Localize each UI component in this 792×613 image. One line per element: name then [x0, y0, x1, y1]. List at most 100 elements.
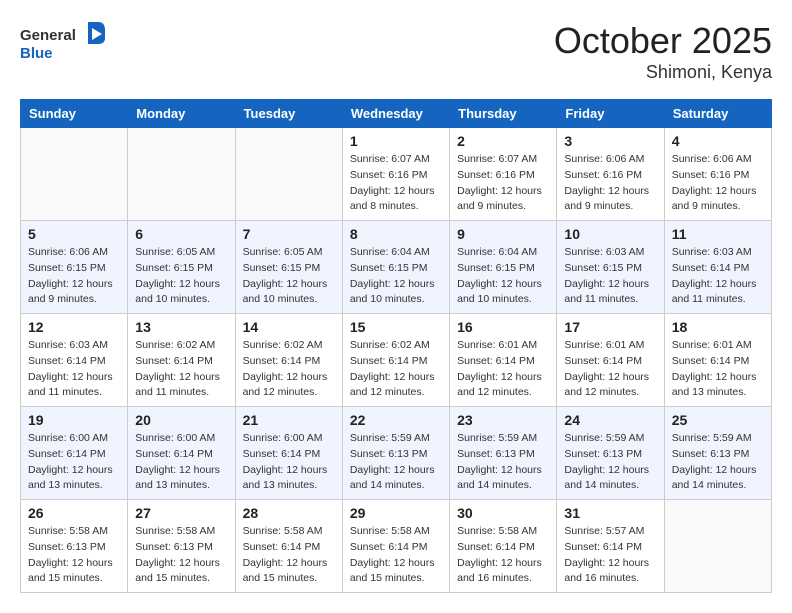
page-header: General Blue October 2025 Shimoni, Kenya: [20, 20, 772, 83]
day-info-13: Sunrise: 6:02 AM Sunset: 6:14 PM Dayligh…: [135, 338, 227, 401]
day-info-28: Sunrise: 5:58 AM Sunset: 6:14 PM Dayligh…: [243, 524, 335, 587]
day-info-29: Sunrise: 5:58 AM Sunset: 6:14 PM Dayligh…: [350, 524, 442, 587]
svg-text:Blue: Blue: [20, 45, 53, 62]
day-number-8: 8: [350, 226, 442, 242]
day-info-9: Sunrise: 6:04 AM Sunset: 6:15 PM Dayligh…: [457, 245, 549, 308]
week-row-3: 12 Sunrise: 6:03 AM Sunset: 6:14 PM Dayli…: [21, 314, 772, 407]
day-info-30: Sunrise: 5:58 AM Sunset: 6:14 PM Dayligh…: [457, 524, 549, 587]
day-cell-17: 17Sunrise: 6:01 AM Sunset: 6:14 PM Dayli…: [557, 314, 664, 407]
day-cell-4: 4Sunrise: 6:06 AM Sunset: 6:16 PM Daylig…: [664, 128, 771, 221]
day-number-16: 16: [457, 319, 549, 335]
day-number-27: 27: [135, 505, 227, 521]
day-info-15: Sunrise: 6:02 AM Sunset: 6:14 PM Dayligh…: [350, 338, 442, 401]
empty-cell: [21, 128, 128, 221]
day-cell-9: 9 Sunrise: 6:04 AM Sunset: 6:15 PM Daylig…: [450, 221, 557, 314]
day-info-6: Sunrise: 6:05 AM Sunset: 6:15 PM Dayligh…: [135, 245, 227, 308]
weekday-friday: Friday: [557, 100, 664, 128]
day-number-31: 31: [564, 505, 656, 521]
day-info-26: Sunrise: 5:58 AM Sunset: 6:13 PM Dayligh…: [28, 524, 120, 587]
empty-cell: [128, 128, 235, 221]
day-cell-14: 14Sunrise: 6:02 AM Sunset: 6:14 PM Dayli…: [235, 314, 342, 407]
day-number-29: 29: [350, 505, 442, 521]
svg-text:General: General: [20, 27, 76, 44]
day-number-7: 7: [243, 226, 335, 242]
day-cell-6: 6Sunrise: 6:05 AM Sunset: 6:15 PM Daylig…: [128, 221, 235, 314]
day-cell-25: 25 Sunrise: 5:59 AM Sunset: 6:13 PM Dayli…: [664, 407, 771, 500]
day-info-14: Sunrise: 6:02 AM Sunset: 6:14 PM Dayligh…: [243, 338, 335, 401]
day-number-26: 26: [28, 505, 120, 521]
calendar-table: SundayMondayTuesdayWednesdayThursdayFrid…: [20, 99, 772, 593]
day-number-5: 5: [28, 226, 120, 242]
day-cell-20: 20Sunrise: 6:00 AM Sunset: 6:14 PM Dayli…: [128, 407, 235, 500]
day-info-24: Sunrise: 5:59 AM Sunset: 6:13 PM Dayligh…: [564, 431, 656, 494]
day-info-21: Sunrise: 6:00 AM Sunset: 6:14 PM Dayligh…: [243, 431, 335, 494]
day-number-24: 24: [564, 412, 656, 428]
day-info-16: Sunrise: 6:01 AM Sunset: 6:14 PM Dayligh…: [457, 338, 549, 401]
day-number-23: 23: [457, 412, 549, 428]
day-number-25: 25: [672, 412, 764, 428]
empty-cell: [664, 500, 771, 593]
day-cell-7: 7 Sunrise: 6:05 AM Sunset: 6:15 PM Daylig…: [235, 221, 342, 314]
day-number-28: 28: [243, 505, 335, 521]
day-info-8: Sunrise: 6:04 AM Sunset: 6:15 PM Dayligh…: [350, 245, 442, 308]
day-number-22: 22: [350, 412, 442, 428]
day-cell-27: 27Sunrise: 5:58 AM Sunset: 6:13 PM Dayli…: [128, 500, 235, 593]
day-info-25: Sunrise: 5:59 AM Sunset: 6:13 PM Dayligh…: [672, 431, 764, 494]
day-number-20: 20: [135, 412, 227, 428]
day-number-17: 17: [564, 319, 656, 335]
weekday-thursday: Thursday: [450, 100, 557, 128]
day-info-12: Sunrise: 6:03 AM Sunset: 6:14 PM Dayligh…: [28, 338, 120, 401]
weekday-saturday: Saturday: [664, 100, 771, 128]
day-cell-21: 21 Sunrise: 6:00 AM Sunset: 6:14 PM Dayli…: [235, 407, 342, 500]
day-cell-2: 2Sunrise: 6:07 AM Sunset: 6:16 PM Daylig…: [450, 128, 557, 221]
day-cell-5: 5 Sunrise: 6:06 AM Sunset: 6:15 PM Daylig…: [21, 221, 128, 314]
day-cell-13: 13 Sunrise: 6:02 AM Sunset: 6:14 PM Dayli…: [128, 314, 235, 407]
day-info-7: Sunrise: 6:05 AM Sunset: 6:15 PM Dayligh…: [243, 245, 335, 308]
day-cell-28: 28 Sunrise: 5:58 AM Sunset: 6:14 PM Dayli…: [235, 500, 342, 593]
day-info-2: Sunrise: 6:07 AM Sunset: 6:16 PM Dayligh…: [457, 152, 549, 215]
day-cell-15: 15 Sunrise: 6:02 AM Sunset: 6:14 PM Dayli…: [342, 314, 449, 407]
month-title: October 2025: [554, 20, 772, 62]
weekday-header-row: SundayMondayTuesdayWednesdayThursdayFrid…: [21, 100, 772, 128]
day-info-19: Sunrise: 6:00 AM Sunset: 6:14 PM Dayligh…: [28, 431, 120, 494]
day-number-30: 30: [457, 505, 549, 521]
week-row-1: 1Sunrise: 6:07 AM Sunset: 6:16 PM Daylig…: [21, 128, 772, 221]
day-number-19: 19: [28, 412, 120, 428]
day-number-13: 13: [135, 319, 227, 335]
day-number-12: 12: [28, 319, 120, 335]
day-info-1: Sunrise: 6:07 AM Sunset: 6:16 PM Dayligh…: [350, 152, 442, 215]
week-row-4: 19 Sunrise: 6:00 AM Sunset: 6:14 PM Dayli…: [21, 407, 772, 500]
day-number-4: 4: [672, 133, 764, 149]
day-cell-22: 22 Sunrise: 5:59 AM Sunset: 6:13 PM Dayli…: [342, 407, 449, 500]
day-number-10: 10: [564, 226, 656, 242]
day-info-18: Sunrise: 6:01 AM Sunset: 6:14 PM Dayligh…: [672, 338, 764, 401]
day-info-23: Sunrise: 5:59 AM Sunset: 6:13 PM Dayligh…: [457, 431, 549, 494]
day-cell-10: 10 Sunrise: 6:03 AM Sunset: 6:15 PM Dayli…: [557, 221, 664, 314]
day-cell-31: 31 Sunrise: 5:57 AM Sunset: 6:14 PM Dayli…: [557, 500, 664, 593]
day-cell-16: 16 Sunrise: 6:01 AM Sunset: 6:14 PM Dayli…: [450, 314, 557, 407]
day-number-15: 15: [350, 319, 442, 335]
day-cell-30: 30 Sunrise: 5:58 AM Sunset: 6:14 PM Dayli…: [450, 500, 557, 593]
day-info-3: Sunrise: 6:06 AM Sunset: 6:16 PM Dayligh…: [564, 152, 656, 215]
day-cell-23: 23 Sunrise: 5:59 AM Sunset: 6:13 PM Dayli…: [450, 407, 557, 500]
weekday-monday: Monday: [128, 100, 235, 128]
weekday-wednesday: Wednesday: [342, 100, 449, 128]
day-info-22: Sunrise: 5:59 AM Sunset: 6:13 PM Dayligh…: [350, 431, 442, 494]
day-cell-26: 26 Sunrise: 5:58 AM Sunset: 6:13 PM Dayli…: [21, 500, 128, 593]
day-number-9: 9: [457, 226, 549, 242]
logo-container: General Blue: [20, 20, 110, 69]
day-cell-24: 24 Sunrise: 5:59 AM Sunset: 6:13 PM Dayli…: [557, 407, 664, 500]
week-row-2: 5 Sunrise: 6:06 AM Sunset: 6:15 PM Daylig…: [21, 221, 772, 314]
day-cell-1: 1Sunrise: 6:07 AM Sunset: 6:16 PM Daylig…: [342, 128, 449, 221]
day-cell-3: 3 Sunrise: 6:06 AM Sunset: 6:16 PM Daylig…: [557, 128, 664, 221]
day-cell-29: 29 Sunrise: 5:58 AM Sunset: 6:14 PM Dayli…: [342, 500, 449, 593]
day-cell-18: 18Sunrise: 6:01 AM Sunset: 6:14 PM Dayli…: [664, 314, 771, 407]
day-number-3: 3: [564, 133, 656, 149]
day-number-21: 21: [243, 412, 335, 428]
day-info-5: Sunrise: 6:06 AM Sunset: 6:15 PM Dayligh…: [28, 245, 120, 308]
day-info-10: Sunrise: 6:03 AM Sunset: 6:15 PM Dayligh…: [564, 245, 656, 308]
location-title: Shimoni, Kenya: [554, 62, 772, 83]
day-info-31: Sunrise: 5:57 AM Sunset: 6:14 PM Dayligh…: [564, 524, 656, 587]
day-number-11: 11: [672, 226, 764, 242]
empty-cell: [235, 128, 342, 221]
